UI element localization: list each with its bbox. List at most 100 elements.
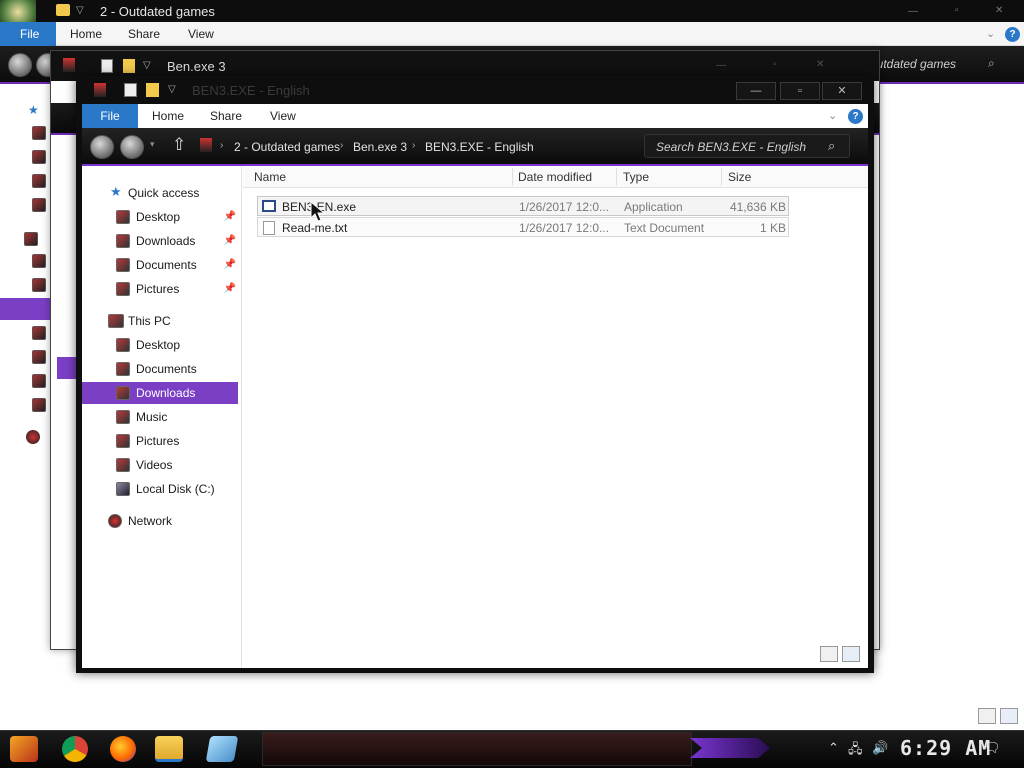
documents-icon[interactable] [32, 278, 46, 292]
documents-icon[interactable] [32, 174, 46, 188]
maximize-button[interactable]: ▫ [780, 82, 820, 100]
breadcrumb-ben3-exe-english[interactable]: BEN3.EXE - English [425, 140, 534, 154]
nav-pc-documents[interactable]: Documents [82, 358, 238, 380]
search-icon[interactable]: ⌕ [988, 56, 995, 71]
nav-quick-documents[interactable]: Documents 📌 [82, 254, 238, 276]
start-icon[interactable] [10, 736, 38, 762]
back-minimize-button[interactable]: — [908, 6, 918, 17]
volume-icon[interactable]: 🔊 [872, 740, 888, 756]
forward-button[interactable] [120, 135, 144, 159]
pin-icon[interactable]: 📌 [224, 230, 236, 252]
nav-quick-access[interactable]: ★ Quick access [82, 182, 238, 204]
network-icon[interactable] [26, 430, 40, 444]
back-selected-nav-item[interactable] [0, 298, 50, 320]
nav-quick-downloads[interactable]: Downloads 📌 [82, 230, 238, 252]
breadcrumb-chevron-icon[interactable]: › [220, 140, 223, 151]
details-view-button[interactable] [820, 646, 838, 662]
folder-icon[interactable] [32, 126, 46, 140]
downloads-icon[interactable] [32, 150, 46, 164]
back-button[interactable] [90, 135, 114, 159]
file-explorer-icon[interactable] [155, 736, 183, 762]
network-icon[interactable]: 🖧 [848, 740, 863, 762]
column-header-type[interactable]: Type [623, 166, 721, 188]
back-large-icons-view-button[interactable] [1000, 708, 1018, 724]
share-tab[interactable]: Share [210, 104, 242, 128]
nav-network[interactable]: Network [82, 510, 238, 532]
chevron-down-icon[interactable]: ▽ [76, 5, 84, 16]
middle-maximize-button[interactable]: ▫ [773, 59, 777, 70]
notepad-icon[interactable] [205, 736, 239, 762]
back-view-tab[interactable]: View [188, 22, 214, 46]
file-row[interactable]: BEN3 EN.exe 1/26/2017 12:0... Applicatio… [257, 196, 789, 216]
ribbon-expand-icon[interactable]: ⌄ [986, 27, 995, 40]
back-maximize-button[interactable]: ▫ [955, 5, 959, 16]
middle-close-button[interactable]: ✕ [816, 59, 824, 70]
file-row[interactable]: Read-me.txt 1/26/2017 12:0... Text Docum… [257, 217, 789, 237]
chevron-down-icon[interactable]: ▽ [168, 84, 176, 95]
file-date: 1/26/2017 12:0... [519, 200, 610, 214]
chevron-down-icon[interactable]: ▽ [143, 60, 151, 71]
ribbon-expand-icon[interactable]: ⌄ [828, 109, 837, 122]
folder-icon [56, 4, 70, 16]
back-details-view-button[interactable] [978, 708, 996, 724]
file-tab[interactable]: File [82, 104, 138, 128]
chrome-icon[interactable] [62, 736, 88, 762]
music-icon[interactable] [32, 326, 46, 340]
quick-access-star-icon[interactable]: ★ [28, 103, 39, 117]
nav-pc-desktop[interactable]: Desktop [82, 334, 238, 356]
pictures-icon[interactable] [32, 198, 46, 212]
back-file-tab[interactable]: File [0, 22, 56, 46]
help-icon[interactable]: ? [1005, 27, 1020, 42]
pin-icon[interactable]: 📌 [224, 278, 236, 300]
notification-icon[interactable]: 🗨 [984, 740, 1001, 756]
column-header-name[interactable]: Name [254, 166, 512, 188]
column-divider[interactable] [721, 168, 722, 186]
pin-icon[interactable]: 📌 [224, 254, 236, 276]
back-nav-back-button[interactable] [8, 53, 32, 77]
nav-this-pc[interactable]: This PC [82, 310, 238, 332]
search-input[interactable]: Search BEN3.EXE - English [656, 140, 806, 154]
back-home-tab[interactable]: Home [70, 22, 102, 46]
nav-pc-music[interactable]: Music [82, 406, 238, 428]
pictures-icon[interactable] [32, 350, 46, 364]
application-icon [262, 200, 276, 212]
breadcrumb-outdated-games[interactable]: 2 - Outdated games [234, 140, 340, 154]
breadcrumb-ben-exe-3[interactable]: Ben.exe 3 [353, 140, 407, 154]
firefox-icon[interactable] [110, 736, 136, 762]
videos-icon[interactable] [32, 374, 46, 388]
breadcrumb-chevron-icon[interactable]: › [412, 140, 415, 151]
minimize-button[interactable]: — [736, 82, 776, 100]
nav-pc-videos[interactable]: Videos [82, 454, 238, 476]
column-header-date-modified[interactable]: Date modified [518, 166, 616, 188]
taskbar-clock[interactable]: 6:29 AM [900, 736, 991, 760]
desktop-icon[interactable] [32, 254, 46, 268]
recent-locations-chevron-icon[interactable]: ▾ [150, 139, 155, 150]
nav-pc-downloads-selected[interactable]: Downloads [82, 382, 238, 404]
chevron-up-icon[interactable]: ⌃ [828, 740, 839, 756]
column-header-size[interactable]: Size [728, 166, 798, 188]
middle-minimize-button[interactable]: — [716, 60, 726, 71]
nav-quick-desktop[interactable]: Desktop 📌 [82, 206, 238, 228]
breadcrumb-chevron-icon[interactable]: › [340, 140, 343, 151]
close-button[interactable]: ✕ [822, 82, 862, 100]
this-pc-icon[interactable] [24, 232, 38, 246]
nav-pc-local-disk[interactable]: Local Disk (C:) [82, 478, 238, 500]
back-share-tab[interactable]: Share [128, 22, 160, 46]
help-icon[interactable]: ? [848, 109, 863, 124]
pin-icon[interactable]: 📌 [224, 206, 236, 228]
middle-selected-nav-item[interactable] [57, 357, 77, 379]
properties-icon[interactable] [124, 83, 137, 97]
search-icon[interactable]: ⌕ [828, 138, 835, 154]
view-tab[interactable]: View [270, 104, 296, 128]
nav-quick-pictures[interactable]: Pictures 📌 [82, 278, 238, 300]
new-folder-icon[interactable] [146, 83, 159, 97]
back-close-button[interactable]: ✕ [995, 5, 1003, 16]
local-disk-icon[interactable] [32, 398, 46, 412]
home-tab[interactable]: Home [152, 104, 184, 128]
nav-pc-pictures[interactable]: Pictures [82, 430, 238, 452]
column-divider[interactable] [512, 168, 513, 186]
active-window-thumbnail[interactable] [262, 732, 692, 766]
column-divider[interactable] [616, 168, 617, 186]
up-arrow-icon[interactable]: ⇧ [172, 135, 186, 155]
large-icons-view-button[interactable] [842, 646, 860, 662]
